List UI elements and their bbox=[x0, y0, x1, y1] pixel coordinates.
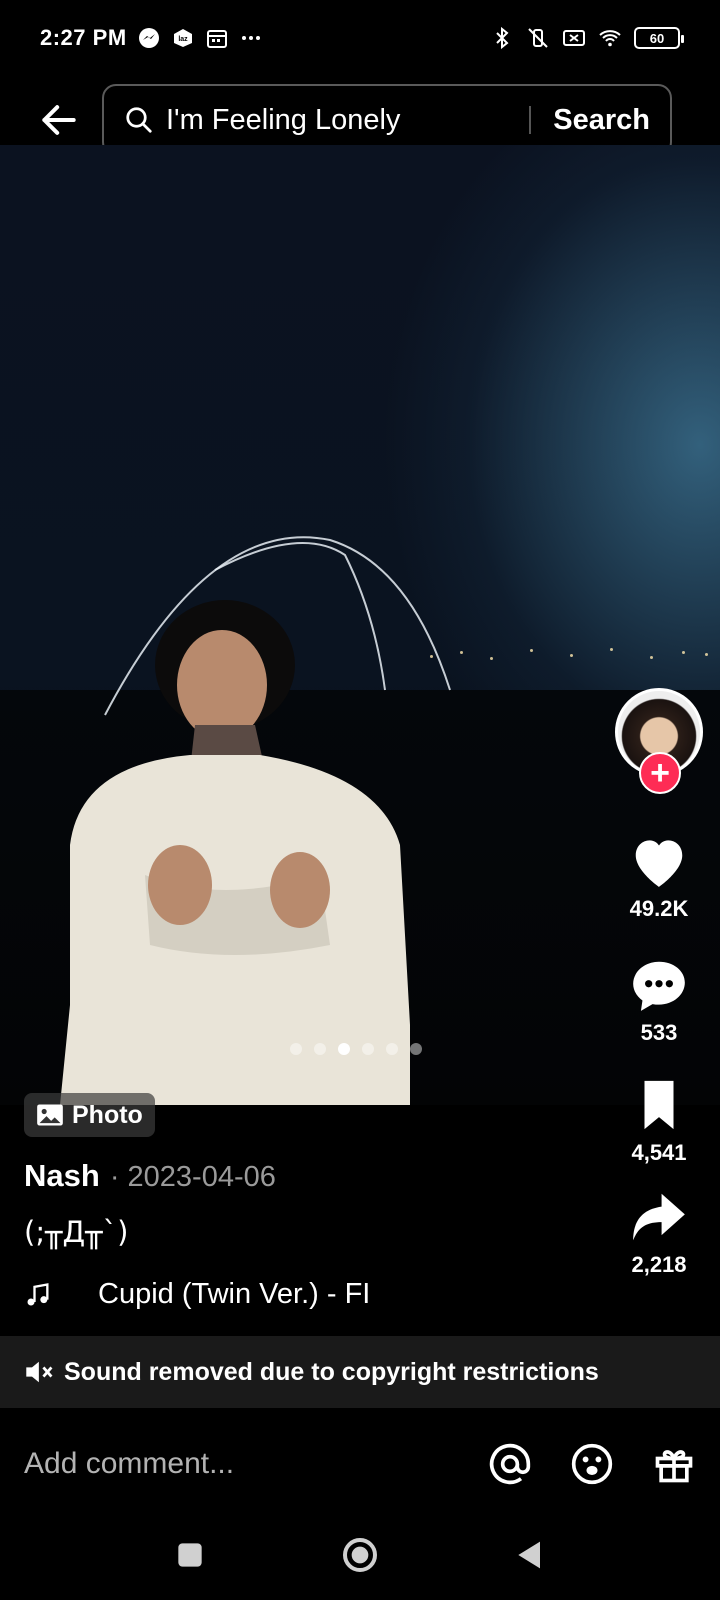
bookmark-icon bbox=[644, 1080, 674, 1130]
search-icon bbox=[124, 105, 154, 135]
more-notifications-icon bbox=[239, 26, 263, 50]
music-note-icon bbox=[27, 1282, 49, 1305]
like-count: 49.2K bbox=[629, 896, 689, 921]
battery-indicator: 60 bbox=[634, 27, 684, 49]
muted-speaker-icon bbox=[26, 1361, 53, 1383]
follow-button[interactable]: + bbox=[639, 752, 681, 794]
search-input[interactable]: I'm Feeling Lonely bbox=[166, 104, 507, 137]
share-arrow-icon bbox=[633, 1193, 685, 1241]
recents-button-icon[interactable] bbox=[170, 1535, 210, 1575]
comment-button[interactable]: 533 bbox=[628, 956, 690, 1046]
creator-avatar-group[interactable]: + bbox=[614, 688, 704, 794]
sound-removed-text: Sound removed due to copyright restricti… bbox=[64, 1357, 599, 1386]
status-bar: 2:27 PM laz 60 bbox=[0, 0, 720, 76]
bluetooth-icon bbox=[490, 26, 514, 50]
carousel-dot[interactable] bbox=[314, 1043, 326, 1055]
share-count: 2,218 bbox=[631, 1252, 687, 1277]
messenger-icon bbox=[137, 26, 161, 50]
city-lights bbox=[420, 645, 720, 665]
photo-illustration bbox=[60, 536, 451, 1105]
comment-input[interactable]: Add comment... bbox=[24, 1447, 488, 1481]
image-icon bbox=[37, 1104, 63, 1126]
like-button[interactable]: 49.2K bbox=[628, 832, 690, 922]
lazada-icon: laz bbox=[171, 26, 195, 50]
back-arrow-icon bbox=[42, 105, 76, 135]
carousel-dot[interactable] bbox=[410, 1043, 422, 1055]
emoji-icon[interactable] bbox=[570, 1442, 614, 1486]
status-time: 2:27 PM bbox=[40, 25, 127, 50]
carousel-indicator bbox=[290, 1043, 422, 1055]
bookmark-button[interactable]: 4,541 bbox=[628, 1076, 690, 1166]
calendar-icon bbox=[205, 26, 229, 50]
photo-type-badge: Photo bbox=[24, 1093, 155, 1137]
search-divider bbox=[529, 106, 532, 134]
comment-count: 533 bbox=[640, 1020, 678, 1045]
music-title[interactable]: Cupid (Twin Ver.) - FI bbox=[98, 1278, 370, 1311]
music-row[interactable]: Cupid (Twin Ver.) - FI bbox=[24, 1278, 370, 1311]
action-rail: + 49.2K 533 4,541 2,218 bbox=[614, 688, 704, 1278]
vibrate-mute-icon bbox=[526, 26, 550, 50]
carousel-dot-active[interactable] bbox=[338, 1043, 350, 1055]
search-button[interactable]: Search bbox=[553, 104, 650, 137]
carousel-dot[interactable] bbox=[362, 1043, 374, 1055]
share-button[interactable]: 2,218 bbox=[628, 1188, 690, 1278]
author-name[interactable]: Nash bbox=[24, 1158, 100, 1194]
wifi-icon bbox=[598, 26, 622, 50]
carousel-dot[interactable] bbox=[386, 1043, 398, 1055]
post-caption: (;╥Д╥`) bbox=[24, 1215, 129, 1249]
post-date: · 2023-04-06 bbox=[109, 1161, 276, 1193]
home-button-icon[interactable] bbox=[340, 1535, 380, 1575]
no-sim-icon bbox=[562, 26, 586, 50]
gift-icon[interactable] bbox=[652, 1442, 696, 1486]
heart-icon bbox=[635, 840, 683, 887]
comment-bar: Add comment... bbox=[0, 1420, 720, 1508]
photo-type-label: Photo bbox=[72, 1100, 143, 1129]
svg-text:laz: laz bbox=[178, 36, 188, 43]
system-nav-bar bbox=[0, 1510, 720, 1600]
back-nav-button-icon[interactable] bbox=[510, 1535, 550, 1575]
comment-bubble-icon bbox=[633, 961, 685, 1011]
carousel-dot[interactable] bbox=[290, 1043, 302, 1055]
mention-icon[interactable] bbox=[488, 1442, 532, 1486]
sound-removed-notice: Sound removed due to copyright restricti… bbox=[0, 1336, 720, 1408]
bookmark-count: 4,541 bbox=[631, 1140, 687, 1165]
post-photo[interactable] bbox=[0, 145, 720, 1105]
author-row: Nash · 2023-04-06 bbox=[24, 1158, 276, 1194]
